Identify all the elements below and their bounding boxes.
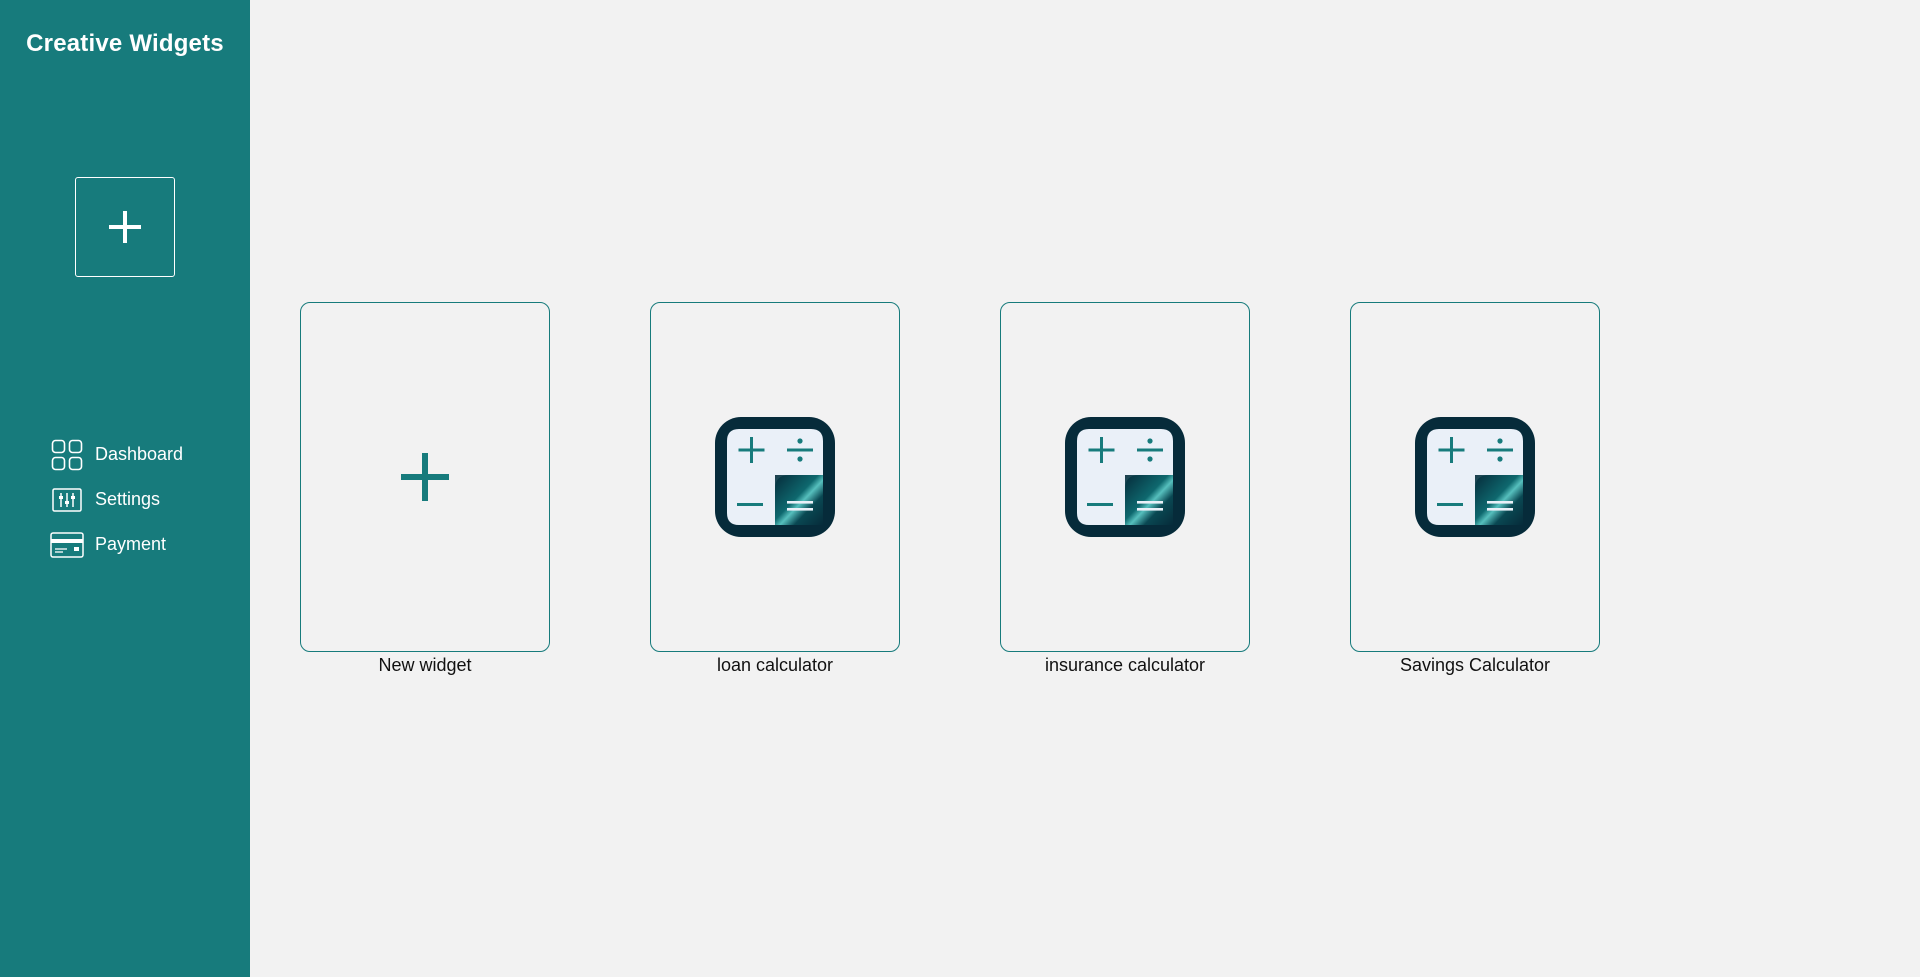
dashboard-icon (50, 438, 84, 472)
widget-card-title: New widget (378, 655, 472, 675)
sliders-icon (50, 483, 84, 517)
sidebar-item-settings[interactable]: Settings (50, 477, 183, 522)
widget-card-savings: Savings Calculator (1350, 302, 1600, 676)
savings-calculator-card[interactable] (1350, 302, 1600, 652)
sidebar: Creative Widgets Dashboard Settings Paym… (0, 0, 250, 977)
app-title: Creative Widgets (26, 30, 224, 57)
calculator-icon (1415, 417, 1535, 537)
sidebar-item-label: Settings (95, 489, 161, 509)
widget-card-loan: loan calculator (650, 302, 900, 676)
sidebar-nav: Dashboard Settings Payment (50, 432, 183, 567)
sidebar-item-label: Payment (95, 534, 167, 554)
new-widget-card[interactable] (300, 302, 550, 652)
widget-card-insurance: insurance calculator (1000, 302, 1250, 676)
calculator-icon (715, 417, 835, 537)
add-widget-button[interactable] (75, 177, 175, 277)
plus-icon (401, 453, 449, 501)
credit-card-icon (50, 528, 84, 562)
plus-icon (109, 211, 141, 243)
sidebar-item-dashboard[interactable]: Dashboard (50, 432, 183, 477)
widget-card-title: loan calculator (716, 655, 834, 675)
sidebar-item-label: Dashboard (95, 444, 184, 464)
loan-calculator-card[interactable] (650, 302, 900, 652)
widget-card-title: Savings Calculator (1399, 655, 1551, 675)
widget-card-title: insurance calculator (1044, 655, 1206, 675)
insurance-calculator-card[interactable] (1000, 302, 1250, 652)
widget-card-new: New widget (300, 302, 550, 676)
sidebar-item-payment[interactable]: Payment (50, 522, 183, 567)
calculator-icon (1065, 417, 1185, 537)
